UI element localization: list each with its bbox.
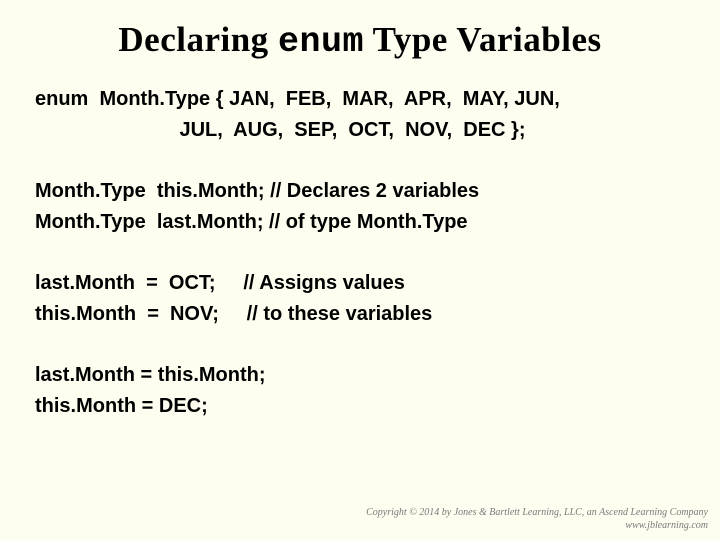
- code-line: enum Month.Type { JAN, FEB, MAR, APR, MA…: [35, 84, 685, 115]
- code-line: Month.Type last.Month; // of type Month.…: [35, 207, 685, 238]
- code-line: JUL, AUG, SEP, OCT, NOV, DEC };: [35, 115, 685, 146]
- code-group-var-decl: Month.Type this.Month; // Declares 2 var…: [35, 176, 685, 238]
- copyright-line1: Copyright © 2014 by Jones & Bartlett Lea…: [366, 507, 708, 520]
- code-line: Month.Type this.Month; // Declares 2 var…: [35, 176, 685, 207]
- copyright-line2: www.jblearning.com: [366, 520, 708, 533]
- code-group-assign: last.Month = OCT; // Assigns values this…: [35, 268, 685, 330]
- copyright-notice: Copyright © 2014 by Jones & Bartlett Lea…: [366, 507, 708, 532]
- slide-content: Declaring enum Type Variables enum Month…: [0, 0, 720, 422]
- code-line: last.Month = this.Month;: [35, 360, 685, 391]
- code-line: last.Month = OCT; // Assigns values: [35, 268, 685, 299]
- code-line: this.Month = NOV; // to these variables: [35, 299, 685, 330]
- code-area: enum Month.Type { JAN, FEB, MAR, APR, MA…: [35, 84, 685, 422]
- title-enum: enum: [278, 22, 364, 62]
- code-line: this.Month = DEC;: [35, 391, 685, 422]
- title-part1: Declaring: [118, 20, 278, 59]
- slide-title: Declaring enum Type Variables: [35, 20, 685, 62]
- title-part2: Type Variables: [364, 20, 602, 59]
- code-group-enum-decl: enum Month.Type { JAN, FEB, MAR, APR, MA…: [35, 84, 685, 146]
- code-group-reassign: last.Month = this.Month; this.Month = DE…: [35, 360, 685, 422]
